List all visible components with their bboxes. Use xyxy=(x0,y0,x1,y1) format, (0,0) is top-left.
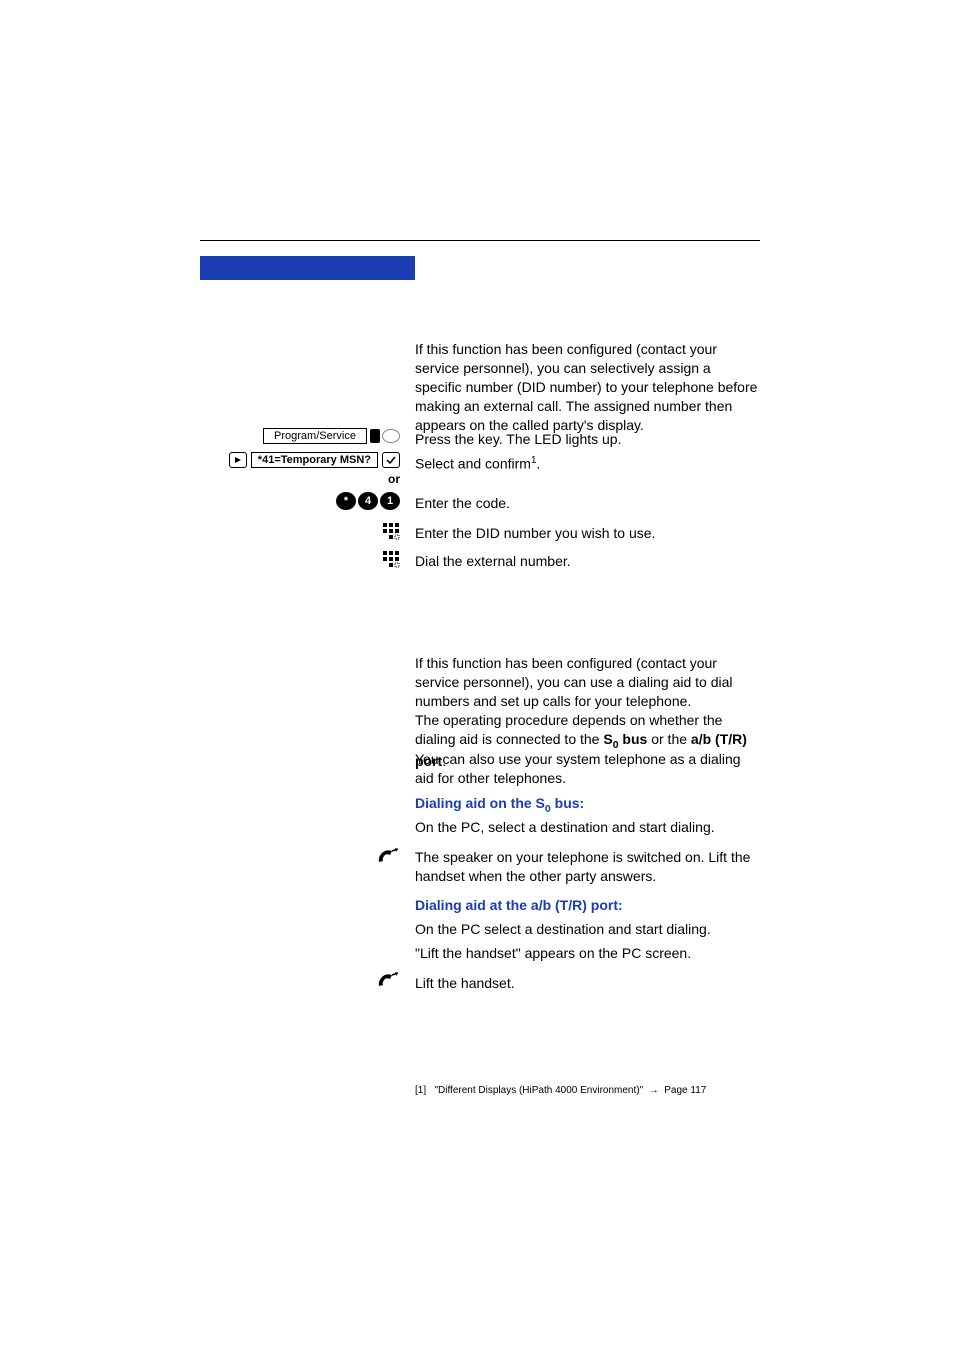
also-use-text: You can also use your system telephone a… xyxy=(415,750,760,788)
pc-select-2: On the PC select a destination and start… xyxy=(415,920,760,939)
step-header-bar xyxy=(200,256,415,280)
footnote-1: [1] "Different Displays (HiPath 4000 Env… xyxy=(415,1085,706,1096)
section2-intro1: If this function has been configured (co… xyxy=(415,655,733,709)
key-1[interactable]: 1 xyxy=(380,492,400,510)
select-confirm-row: *41=Temporary MSN? xyxy=(200,452,400,468)
enter-did-text: Enter the DID number you wish to use. xyxy=(415,524,760,543)
or-label: or xyxy=(200,472,400,486)
select-confirm-prefix: Select and confirm xyxy=(415,456,531,472)
dial-external-text: Dial the external number. xyxy=(415,552,760,571)
pc-select-1: On the PC, select a destination and star… xyxy=(415,818,760,837)
section2-intro2b: or the xyxy=(647,731,691,747)
s0-bus-word: bus xyxy=(619,731,648,747)
handset-row-1 xyxy=(200,848,400,869)
heading1a: Dialing aid on the S xyxy=(415,795,545,811)
program-service-key[interactable]: Program/Service xyxy=(263,428,367,444)
enter-code-text: Enter the code. xyxy=(415,494,760,513)
code-keys-row: * 4 1 xyxy=(200,492,400,510)
key-star[interactable]: * xyxy=(336,492,356,510)
confirm-check-icon[interactable] xyxy=(382,452,400,468)
lift-handset-text: Lift the handset. xyxy=(415,974,760,993)
handset-lift-icon xyxy=(376,848,400,869)
handset-lift-icon xyxy=(376,972,400,993)
led-indicator xyxy=(370,429,400,443)
speaker-on-text: The speaker on your telephone is switche… xyxy=(415,848,760,886)
arrow-icon: → xyxy=(649,1085,659,1096)
keypad-row-1 xyxy=(200,522,400,543)
scroll-right-icon[interactable] xyxy=(229,452,247,468)
temporary-msn-option[interactable]: *41=Temporary MSN? xyxy=(251,452,378,468)
footnote-marker: [1] xyxy=(415,1085,426,1096)
heading1b: bus: xyxy=(551,795,584,811)
key-4[interactable]: 4 xyxy=(358,492,378,510)
divider-line xyxy=(200,240,760,241)
select-confirm-text: Select and confirm1. xyxy=(415,454,760,474)
handset-row-2 xyxy=(200,972,400,993)
section1-intro: If this function has been configured (co… xyxy=(415,340,760,434)
keypad-row-2 xyxy=(200,550,400,571)
footnote-text: "Different Displays (HiPath 4000 Environ… xyxy=(434,1085,643,1096)
lift-handset-msg: "Lift the handset" appears on the PC scr… xyxy=(415,944,760,963)
select-confirm-suffix: . xyxy=(536,456,540,472)
dialing-aid-ab-heading: Dialing aid at the a/b (T/R) port: xyxy=(415,896,760,915)
keypad-icon xyxy=(382,550,400,568)
dialing-aid-s0-heading: Dialing aid on the S0 bus: xyxy=(415,794,760,816)
keypad-icon xyxy=(382,522,400,540)
program-service-row: Program/Service xyxy=(200,428,400,444)
press-key-text: Press the key. The LED lights up. xyxy=(415,430,760,449)
s0-label: S xyxy=(603,731,612,747)
footnote-page: Page 117 xyxy=(664,1085,706,1096)
